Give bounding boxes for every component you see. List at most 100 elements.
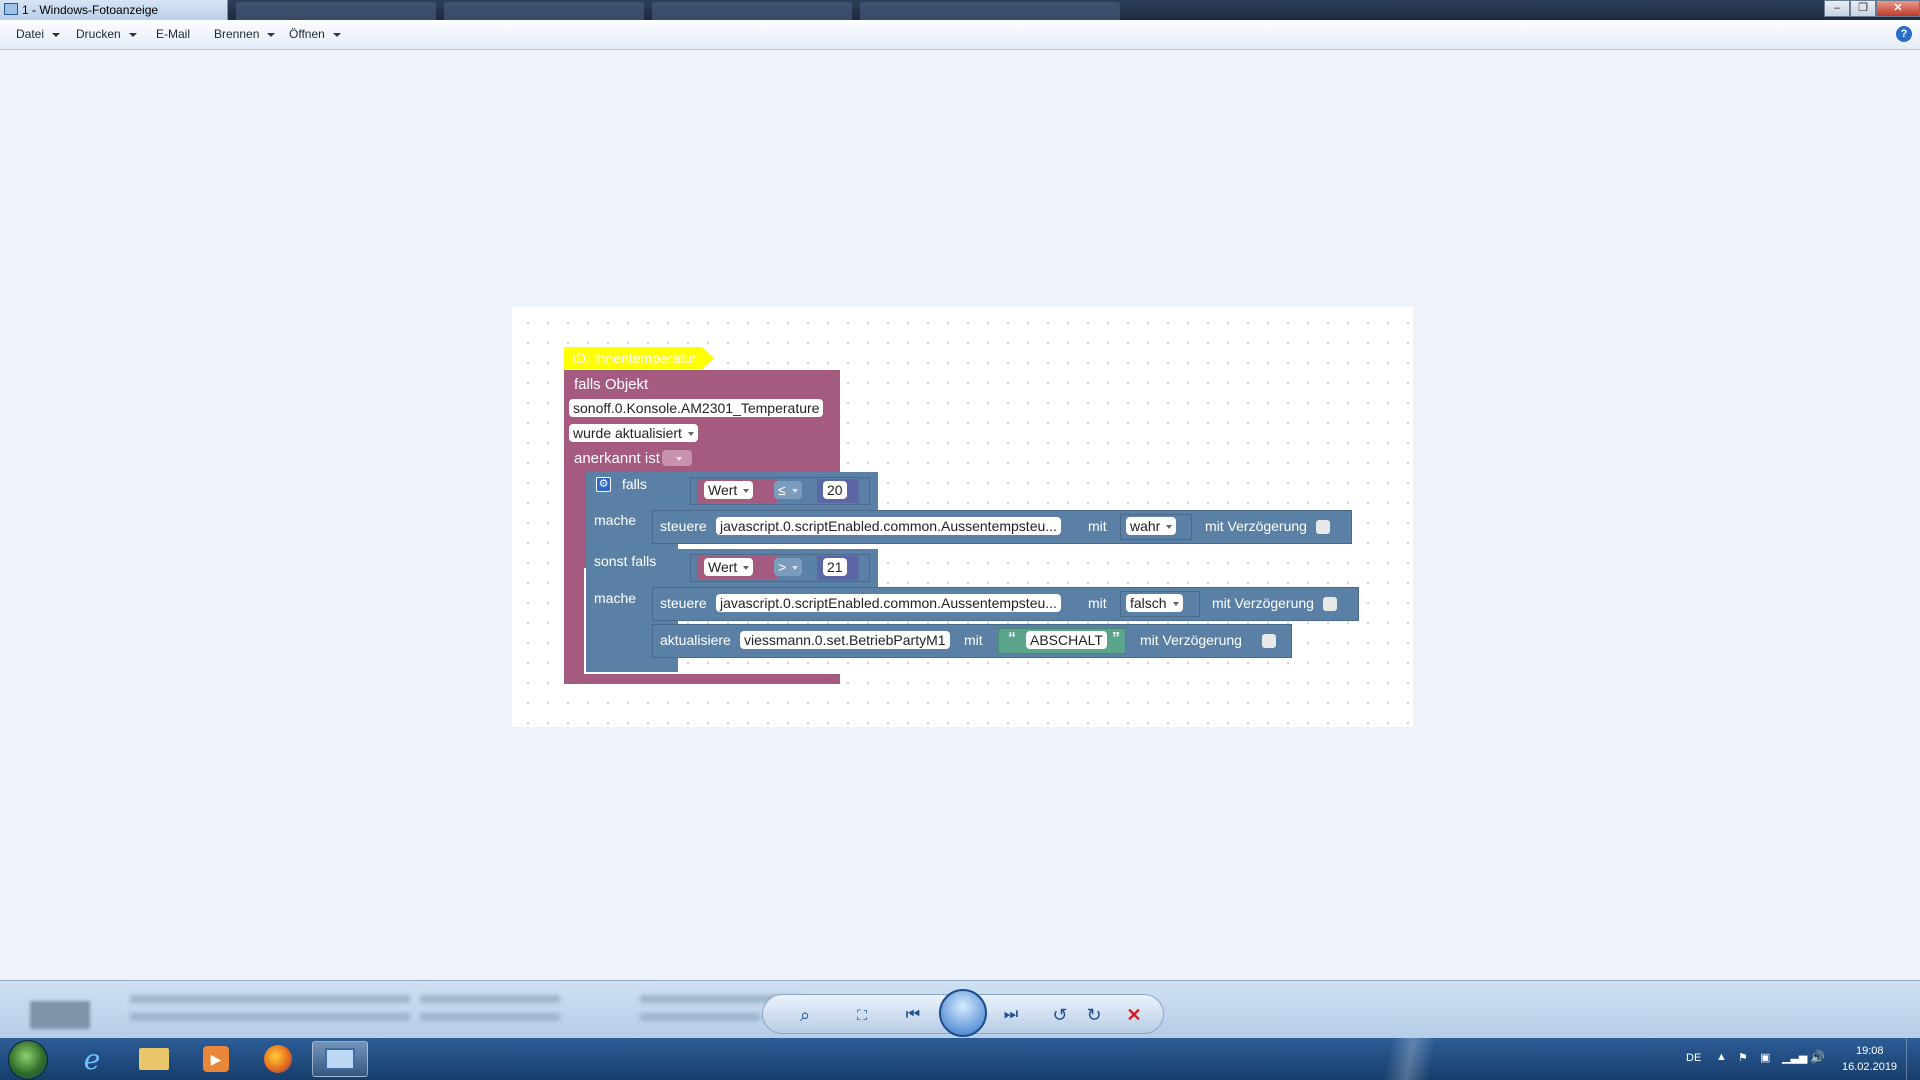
menu-drucken-label: Drucken <box>76 27 121 41</box>
background-tab[interactable] <box>236 2 436 20</box>
photo-viewer-taskbar-icon[interactable] <box>312 1041 368 1077</box>
clock-time[interactable]: 19:08 <box>1856 1045 1884 1057</box>
language-indicator[interactable]: DE <box>1686 1052 1701 1064</box>
operator-dropdown-1[interactable]: ≤ <box>774 481 802 499</box>
event-dropdown[interactable]: wurde aktualisiert <box>569 424 698 442</box>
window-title: 1 - Windows-Fotoanzeige <box>22 3 159 17</box>
variable-name-1: Wert <box>708 482 738 498</box>
text-value-field[interactable]: ABSCHALT <box>1026 631 1107 649</box>
delay-label-3: mit Verzögerung <box>1140 632 1242 648</box>
maximize-button[interactable]: ❐ <box>1850 0 1876 17</box>
steuere-label-2: steuere <box>660 595 707 611</box>
previous-icon[interactable]: ⏮ <box>891 995 935 1035</box>
menu-email[interactable]: E-Mail <box>156 27 190 41</box>
window-controls: – ❐ ✕ <box>1824 0 1920 18</box>
aktualisiere-label: aktualisiere <box>660 632 731 648</box>
taskbar: e ▶ DE ▲ ⚑ ▣ ▁▃▅ 🔊 19:08 16.02.2019 <box>0 1038 1920 1080</box>
background-tab[interactable] <box>652 2 852 20</box>
delay-checkbox-1[interactable] <box>1316 520 1330 534</box>
steuere-label-1: steuere <box>660 518 707 534</box>
chevron-down-icon <box>676 457 682 462</box>
taskbar-glow <box>1300 1038 1520 1080</box>
media-player-icon[interactable]: ▶ <box>188 1041 244 1077</box>
action-center-flag-icon[interactable]: ⚑ <box>1738 1051 1748 1064</box>
slideshow-button[interactable] <box>939 989 987 1037</box>
trigger-block-bottom <box>564 674 840 684</box>
next-icon[interactable]: ⏭ <box>989 995 1033 1035</box>
chevron-down-icon <box>791 489 798 494</box>
state-id-field-2[interactable]: javascript.0.scriptEnabled.common.Aussen… <box>716 594 1061 612</box>
bool-value-2: falsch <box>1130 595 1167 611</box>
object-id-field[interactable]: sonoff.0.Konsole.AM2301_Temperature <box>569 399 824 417</box>
variable-dropdown-2[interactable]: Wert <box>704 558 754 576</box>
delay-checkbox-3[interactable] <box>1262 634 1276 648</box>
chevron-down-icon <box>743 489 750 494</box>
device-icon[interactable]: ▣ <box>1760 1051 1770 1064</box>
operator-2: > <box>778 559 787 575</box>
clock-date[interactable]: 16.02.2019 <box>1842 1061 1897 1073</box>
file-explorer-icon[interactable] <box>126 1041 182 1077</box>
comment-text: ID: Innentemperatur <box>572 350 697 366</box>
state-id-field-1[interactable]: javascript.0.scriptEnabled.common.Aussen… <box>716 517 1061 535</box>
ack-dropdown[interactable] <box>662 450 692 466</box>
show-hidden-icons-icon[interactable]: ▲ <box>1716 1051 1727 1063</box>
menu-brennen[interactable]: Brennen <box>214 27 276 41</box>
delete-icon[interactable]: ✕ <box>1119 995 1149 1035</box>
chevron-down-icon <box>792 566 799 571</box>
fit-window-icon[interactable]: ⛶ <box>847 995 877 1035</box>
operator-1: ≤ <box>778 482 786 498</box>
thumbnail <box>30 1001 90 1029</box>
zoom-icon[interactable]: ⌕ <box>785 995 825 1035</box>
close-button[interactable]: ✕ <box>1876 0 1920 17</box>
bool-dropdown-2[interactable]: falsch <box>1126 594 1183 612</box>
bool-dropdown-1[interactable]: wahr <box>1126 517 1177 535</box>
variable-dropdown-1[interactable]: Wert <box>704 481 754 499</box>
comment-tag: ID: Innentemperatur <box>564 347 714 369</box>
help-icon[interactable]: ? <box>1896 26 1912 42</box>
menu-email-label: E-Mail <box>156 27 191 41</box>
rotate-left-icon[interactable]: ↺ <box>1045 995 1075 1035</box>
internet-explorer-icon[interactable]: e <box>64 1041 120 1077</box>
if-block-bottom <box>586 658 678 672</box>
start-button[interactable] <box>8 1040 48 1080</box>
gear-icon[interactable]: ⚙ <box>596 477 611 492</box>
background-tab[interactable] <box>444 2 644 20</box>
menu-bar: Datei Drucken E-Mail Brennen Öffnen ? <box>0 20 1920 50</box>
chevron-down-icon <box>743 566 750 571</box>
bool-value-1: wahr <box>1130 518 1161 534</box>
volume-icon[interactable]: 🔊 <box>1810 1050 1825 1064</box>
chevron-down-icon <box>267 32 276 37</box>
delay-label-2: mit Verzögerung <box>1212 595 1314 611</box>
rotate-right-icon[interactable]: ↻ <box>1079 995 1109 1035</box>
event-dropdown-value: wurde aktualisiert <box>573 425 682 441</box>
chevron-down-icon <box>128 32 137 37</box>
mit-label-2: mit <box>1088 595 1107 611</box>
variable-name-2: Wert <box>708 559 738 575</box>
number-field-1[interactable]: 20 <box>823 481 847 499</box>
number-field-2[interactable]: 21 <box>823 558 847 576</box>
quote-close-icon: ” <box>1112 630 1120 647</box>
quote-open-icon: “ <box>1008 630 1016 647</box>
menu-drucken[interactable]: Drucken <box>76 27 137 41</box>
chevron-down-icon <box>52 32 61 37</box>
ack-label: anerkannt ist <box>574 450 660 467</box>
delay-checkbox-2[interactable] <box>1323 597 1337 611</box>
minimize-button[interactable]: – <box>1824 0 1850 17</box>
menu-brennen-label: Brennen <box>214 27 260 41</box>
chevron-down-icon <box>1172 602 1179 607</box>
trigger-block-left <box>564 530 584 684</box>
background-tab[interactable] <box>860 2 1120 20</box>
firefox-icon[interactable] <box>250 1041 306 1077</box>
active-window-tab[interactable]: 1 - Windows-Fotoanzeige <box>0 0 228 20</box>
operator-dropdown-2[interactable]: > <box>774 558 803 576</box>
photo-viewer-icon <box>4 3 18 15</box>
sonst-falls-label: sonst falls <box>594 553 657 569</box>
show-desktop-button[interactable] <box>1906 1038 1920 1080</box>
network-icon[interactable]: ▁▃▅ <box>1782 1051 1807 1064</box>
displayed-image: ID: Innentemperatur falls Objekt sonoff.… <box>512 307 1413 727</box>
menu-datei[interactable]: Datei <box>16 27 61 41</box>
blurred-metadata <box>420 1013 560 1021</box>
state-id-field-3[interactable]: viessmann.0.set.BetriebPartyM1 <box>740 631 950 649</box>
menu-oeffnen[interactable]: Öffnen <box>289 27 341 41</box>
mache-label-1: mache <box>594 512 637 528</box>
